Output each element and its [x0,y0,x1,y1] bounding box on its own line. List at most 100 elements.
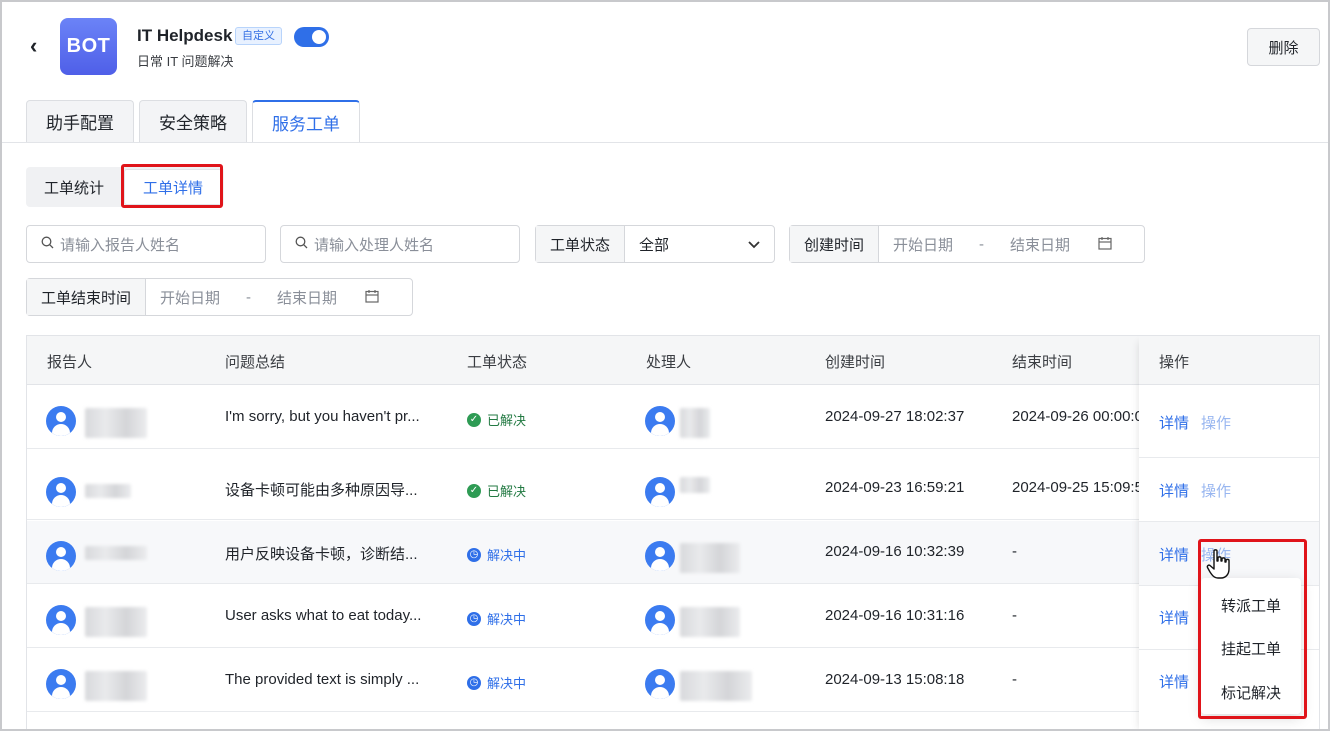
created-cell: 2024-09-13 15:08:18 [825,671,965,688]
menu-item-transfer[interactable]: 转派工单 [1201,595,1301,616]
reporter-name-redacted [85,484,131,498]
col-summary: 问题总结 [225,354,286,371]
end-start-date[interactable]: 开始日期 [160,287,220,308]
handler-placeholder: 请输入处理人姓名 [314,236,435,254]
created-cell: 2024-09-16 10:31:16 [825,607,965,624]
reporter-search-input[interactable]: 请输入报告人姓名 [26,225,266,263]
hand-cursor-icon [1206,549,1230,579]
col-reporter: 报告人 [47,354,93,371]
range-separator: - [979,235,985,253]
user-avatar-icon [645,477,675,507]
summary-cell: The provided text is simply ... [225,671,420,688]
calendar-icon [365,289,379,306]
tabs-divider [2,142,1328,143]
reporter-placeholder: 请输入报告人姓名 [60,236,181,254]
bot-description: 日常 IT 问题解决 [137,54,234,69]
reporter-name-redacted [85,546,147,560]
table-row[interactable]: User asks what to eat today... ◷ 解决中 202… [27,585,1319,648]
table-row[interactable]: I'm sorry, but you haven't pr... ✓ 已解决 2… [27,386,1319,449]
tickets-table: 报告人 问题总结 工单状态 处理人 创建时间 结束时间 I'm sorry, b… [26,335,1320,729]
bot-name: IT Helpdesk [137,26,233,45]
main-tabs: 助手配置 安全策略 服务工单 [26,100,360,143]
search-icon [295,236,308,252]
app-frame: ‹ BOT IT Helpdesk 自定义 日常 IT 问题解决 删除 助手配置… [0,0,1330,731]
action-link[interactable]: 操作 [1201,480,1231,501]
tab-security-policy[interactable]: 安全策略 [139,100,247,142]
col-handler: 处理人 [646,354,692,371]
user-avatar-icon [46,406,76,436]
bot-logo: BOT [60,18,117,75]
col-created: 创建时间 [825,354,886,371]
created-cell: 2024-09-27 18:02:37 [825,408,965,425]
user-avatar-icon [46,669,76,699]
clock-icon: ◷ [467,547,481,562]
calendar-icon [1098,236,1112,253]
back-chevron-icon[interactable]: ‹ [30,35,48,57]
status-badge: ◷ 解决中 [467,609,526,628]
menu-item-suspend[interactable]: 挂起工单 [1201,638,1301,659]
end-end-date[interactable]: 结束日期 [277,287,337,308]
action-dropdown-menu: 转派工单 挂起工单 标记解决 [1201,578,1301,714]
handler-name-redacted [680,543,740,573]
table-header: 报告人 问题总结 工单状态 处理人 创建时间 结束时间 [27,336,1319,385]
enable-toggle[interactable] [294,27,329,47]
custom-badge: 自定义 [235,27,282,45]
created-cell: 2024-09-23 16:59:21 [825,479,965,496]
user-avatar-icon [645,541,675,571]
check-circle-icon: ✓ [467,412,481,427]
clock-icon: ◷ [467,611,481,626]
summary-cell: 设备卡顿可能由多种原因导... [225,482,418,499]
handler-search-input[interactable]: 请输入处理人姓名 [280,225,520,263]
col-ended: 结束时间 [1012,354,1073,371]
col-status: 工单状态 [467,354,528,371]
action-link[interactable]: 操作 [1201,412,1231,433]
handler-name-redacted [680,408,710,438]
ended-cell: - [1012,607,1017,624]
status-select-value: 全部 [639,236,670,254]
search-icon [41,236,54,252]
detail-link[interactable]: 详情 [1159,671,1189,692]
end-date-label: 工单结束时间 [27,279,147,315]
range-separator: - [246,288,252,306]
end-date-range[interactable]: 工单结束时间 开始日期 - 结束日期 [26,278,413,316]
created-start-date[interactable]: 开始日期 [893,234,953,255]
ended-cell: 2024-09-25 15:09:5 [1012,479,1143,496]
reporter-name-redacted [85,607,147,637]
status-select-label: 工单状态 [536,226,626,262]
handler-name-redacted [680,607,740,637]
detail-link[interactable]: 详情 [1159,607,1189,628]
ended-cell: 2024-09-26 00:00:0 [1012,408,1143,425]
handler-name-redacted [680,477,710,493]
summary-cell: User asks what to eat today... [225,607,422,624]
user-avatar-icon [46,477,76,507]
status-badge: ✓ 已解决 [467,481,526,500]
subtab-ticket-stats[interactable]: 工单统计 [26,167,122,207]
tab-assistant-config[interactable]: 助手配置 [26,100,134,142]
table-row[interactable]: 设备卡顿可能由多种原因导... ✓ 已解决 2024-09-23 16:59:2… [27,457,1319,520]
chevron-down-icon [748,236,760,253]
ended-cell: - [1012,671,1017,688]
subtab-ticket-details[interactable]: 工单详情 [124,169,223,205]
handler-name-redacted [680,671,752,701]
table-row[interactable]: 用户反映设备卡顿，诊断结... ◷ 解决中 2024-09-16 10:32:3… [27,521,1319,584]
user-avatar-icon [645,605,675,635]
clock-icon: ◷ [467,675,481,690]
status-select[interactable]: 工单状态 全部 [535,225,775,263]
detail-link[interactable]: 详情 [1159,480,1189,501]
status-badge: ✓ 已解决 [467,410,526,429]
table-row[interactable]: The provided text is simply ... ◷ 解决中 20… [27,649,1319,712]
status-badge: ◷ 解决中 [467,673,526,692]
summary-cell: I'm sorry, but you haven't pr... [225,408,420,425]
delete-button[interactable]: 删除 [1247,28,1320,66]
reporter-name-redacted [85,408,147,438]
user-avatar-icon [645,406,675,436]
menu-item-resolve[interactable]: 标记解决 [1201,682,1301,703]
created-cell: 2024-09-16 10:32:39 [825,543,965,560]
detail-link[interactable]: 详情 [1159,412,1189,433]
tab-service-tickets[interactable]: 服务工单 [252,100,360,143]
created-date-range[interactable]: 创建时间 开始日期 - 结束日期 [789,225,1145,263]
created-date-label: 创建时间 [790,226,880,262]
created-end-date[interactable]: 结束日期 [1010,234,1070,255]
check-circle-icon: ✓ [467,483,481,498]
detail-link[interactable]: 详情 [1159,544,1189,565]
